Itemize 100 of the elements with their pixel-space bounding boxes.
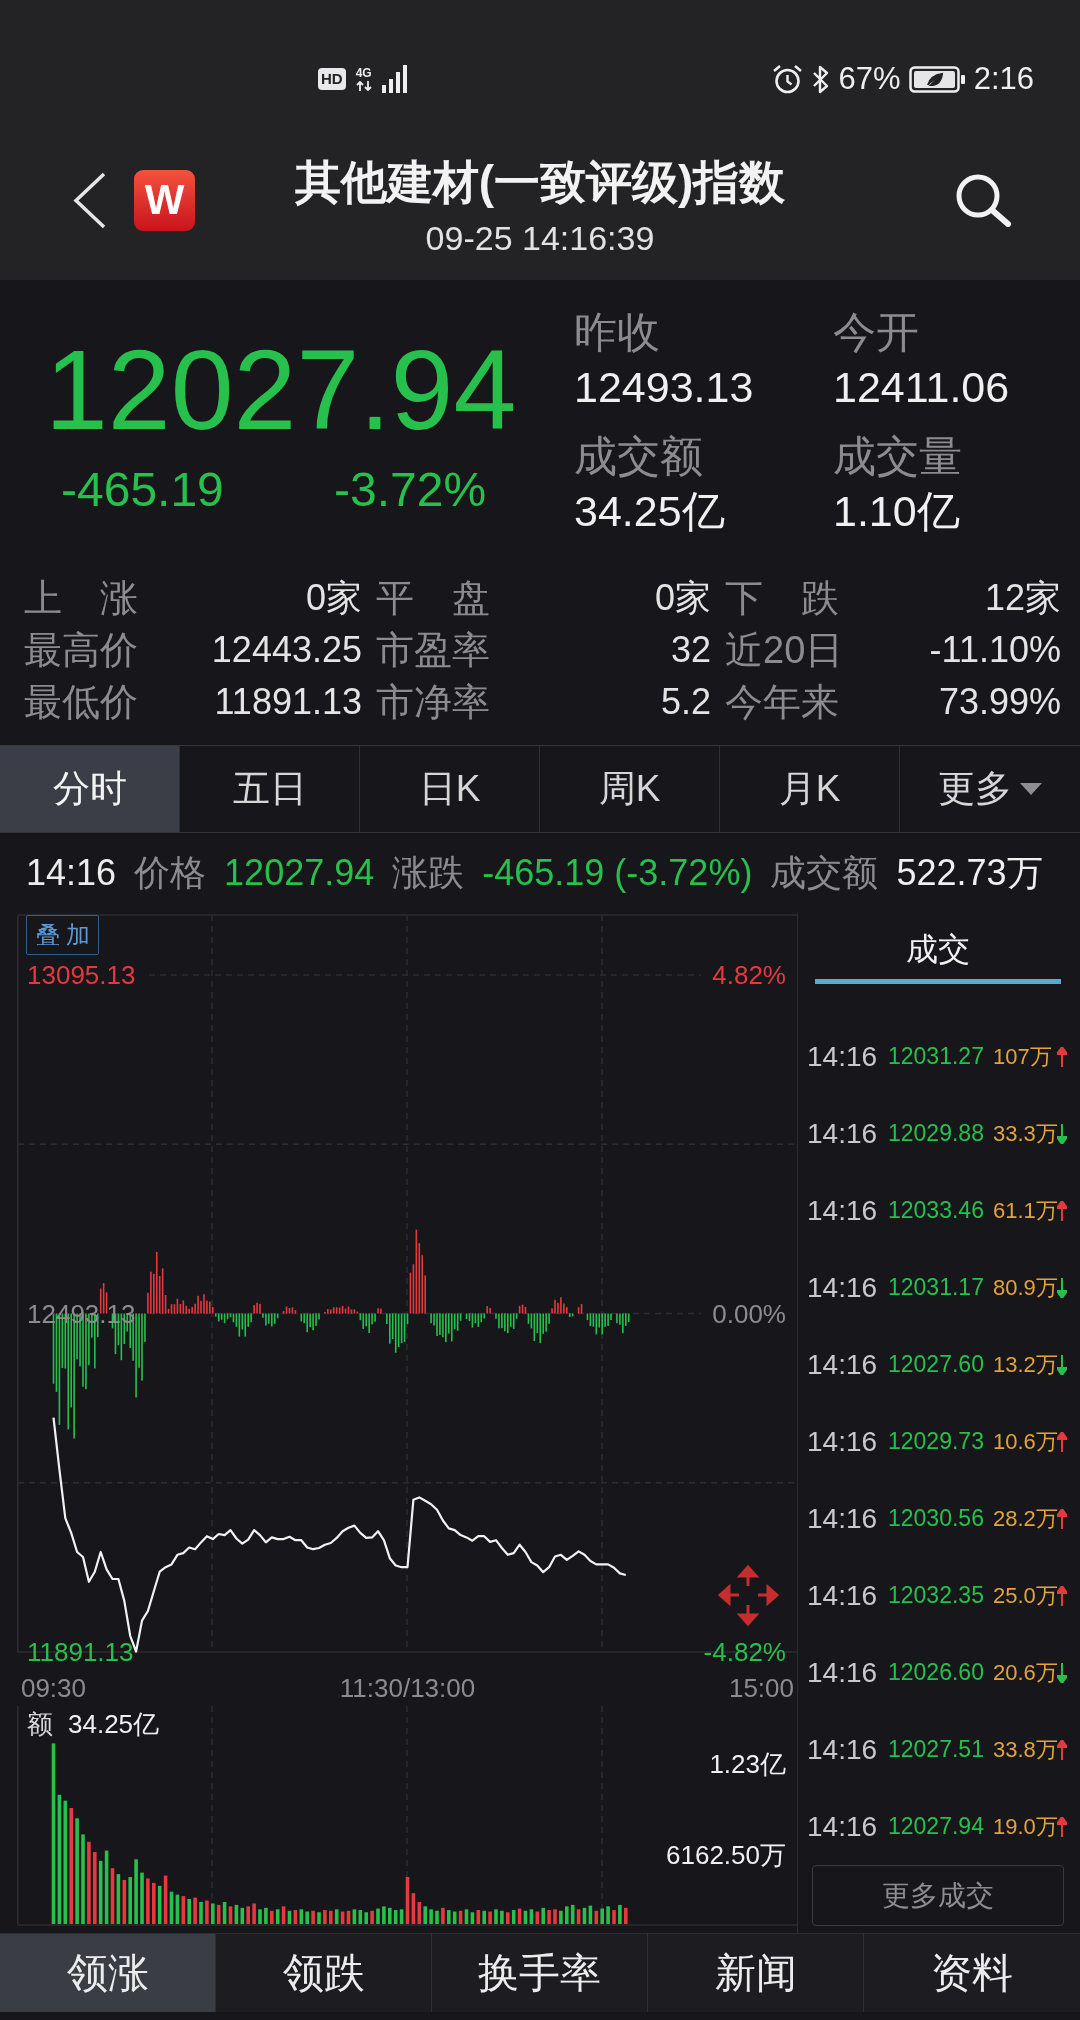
volume-bar bbox=[323, 1910, 327, 1924]
bottom-tab[interactable]: 新闻 bbox=[648, 1934, 864, 2012]
volume-bar bbox=[199, 1901, 203, 1924]
trade-price: 12031.27 bbox=[888, 1043, 985, 1070]
trade-volume: 19.0万 bbox=[993, 1812, 1057, 1841]
metric-value: 5.2 bbox=[659, 680, 711, 724]
volume-bar bbox=[376, 1908, 380, 1924]
trade-volume: 28.2万 bbox=[993, 1504, 1057, 1533]
volume-bar bbox=[382, 1906, 386, 1924]
price-axis-label: 11891.13 bbox=[27, 1637, 134, 1667]
period-tab[interactable]: 更多 bbox=[900, 746, 1080, 832]
period-tab[interactable]: 周K bbox=[540, 746, 720, 832]
trade-volume: 20.6万 bbox=[993, 1658, 1057, 1687]
time-axis-label: 09:30 bbox=[20, 1673, 87, 1703]
timestamp: 09-25 14:16:39 bbox=[425, 218, 655, 258]
volume-bar bbox=[624, 1907, 628, 1924]
trade-volume: 13.2万 bbox=[993, 1350, 1057, 1379]
stat-value: 12411.06 bbox=[833, 362, 1011, 413]
trade-volume: 107万 bbox=[993, 1042, 1053, 1071]
volume-bar bbox=[258, 1909, 262, 1924]
trade-volume: 80.9万 bbox=[993, 1273, 1057, 1302]
percent-axis-label: -4.82% bbox=[703, 1637, 786, 1667]
volume-bar bbox=[606, 1906, 610, 1924]
trade-time: 14:16 bbox=[807, 1656, 879, 1689]
volume-bar bbox=[553, 1909, 557, 1924]
trade-price: 12027.60 bbox=[888, 1351, 985, 1378]
trade-time: 14:16 bbox=[807, 1040, 879, 1073]
period-tab[interactable]: 月K bbox=[720, 746, 900, 832]
trade-time: 14:16 bbox=[807, 1810, 879, 1843]
volume-bar bbox=[264, 1907, 268, 1924]
bottom-tab[interactable]: 资料 bbox=[864, 1934, 1080, 2012]
trade-time: 14:16 bbox=[807, 1117, 879, 1150]
trade-price: 12029.73 bbox=[888, 1428, 985, 1455]
volume-bar bbox=[370, 1910, 374, 1924]
trade-time: 14:16 bbox=[807, 1579, 879, 1612]
overlay-button[interactable]: 叠加 bbox=[26, 915, 99, 955]
back-icon[interactable] bbox=[72, 170, 107, 230]
period-tab[interactable]: 五日 bbox=[180, 746, 360, 832]
volume-total: 34.25亿 bbox=[68, 1709, 160, 1739]
trade-price: 12031.17 bbox=[888, 1274, 985, 1301]
info-label: 涨跌 bbox=[392, 850, 465, 895]
trade-price: 12032.35 bbox=[888, 1582, 985, 1609]
time-axis-label: 15:00 bbox=[728, 1673, 795, 1703]
bottom-tab[interactable]: 领涨 bbox=[0, 1934, 216, 2012]
stat-label: 今开 bbox=[833, 307, 920, 358]
volume-bar bbox=[317, 1912, 321, 1924]
volume-bar bbox=[494, 1909, 498, 1924]
trade-time: 14:16 bbox=[807, 1348, 879, 1381]
metric-label: 最低价 bbox=[24, 680, 138, 725]
app-logo[interactable]: W bbox=[134, 169, 195, 231]
volume-bar bbox=[140, 1872, 144, 1924]
stat-value: 1.10亿 bbox=[833, 486, 961, 537]
bottom-tab[interactable]: 换手率 bbox=[432, 1934, 648, 2012]
signal-bars-icon bbox=[381, 65, 408, 93]
metric-label: 市盈率 bbox=[376, 628, 490, 673]
volume-bar bbox=[311, 1910, 315, 1924]
price-axis-label: 13095.13 bbox=[27, 960, 136, 990]
index-price: 12027.94 bbox=[45, 326, 518, 455]
move-arrows-icon[interactable] bbox=[718, 1565, 779, 1626]
info-value: 12027.94 bbox=[224, 852, 375, 894]
metric-label: 下 跌 bbox=[725, 576, 839, 621]
metric-value: -11.10% bbox=[928, 628, 1061, 672]
volume-axis-label: 1.23亿 bbox=[709, 1749, 786, 1779]
volume-bar bbox=[612, 1910, 616, 1924]
trades-tab[interactable]: 成交 bbox=[815, 913, 1061, 984]
percent-axis-label: 0.00% bbox=[712, 1298, 786, 1329]
trade-volume: 10.6万 bbox=[993, 1427, 1057, 1456]
volume-bar bbox=[500, 1910, 504, 1924]
trade-price: 12029.88 bbox=[888, 1120, 985, 1147]
data-arrows-icon bbox=[355, 81, 372, 91]
hd-indicator: HD bbox=[318, 68, 346, 90]
info-value: 522.73万 bbox=[896, 850, 1043, 895]
volume-bar bbox=[559, 1910, 563, 1924]
volume-axis-label: 6162.50万 bbox=[666, 1839, 786, 1870]
info-label: 成交额 bbox=[770, 850, 879, 895]
metric-label: 今年来 bbox=[725, 680, 839, 725]
info-label: 价格 bbox=[134, 850, 207, 895]
alarm-clock-icon bbox=[771, 63, 803, 95]
trade-price: 12027.51 bbox=[888, 1736, 985, 1763]
metric-label: 最高价 bbox=[24, 628, 138, 673]
percent-axis-label: 4.82% bbox=[712, 960, 786, 990]
trade-time: 14:16 bbox=[807, 1194, 879, 1227]
metric-value: 73.99% bbox=[937, 680, 1061, 724]
trade-time: 14:16 bbox=[807, 1733, 879, 1766]
metric-label: 市净率 bbox=[376, 680, 490, 725]
percent-change: -3.72% bbox=[334, 462, 488, 518]
stat-label: 昨收 bbox=[574, 307, 661, 358]
more-trades-button[interactable]: 更多成交 bbox=[812, 1865, 1064, 1926]
period-tab[interactable]: 分时 bbox=[0, 746, 180, 832]
search-icon[interactable] bbox=[954, 173, 1012, 227]
battery-icon bbox=[908, 65, 966, 93]
volume-bar bbox=[252, 1903, 256, 1924]
caret-icon bbox=[1020, 783, 1042, 795]
metric-value: 0家 bbox=[304, 576, 362, 620]
stat-label: 成交量 bbox=[833, 431, 963, 482]
bottom-tab[interactable]: 领跌 bbox=[216, 1934, 432, 2012]
volume-bar bbox=[429, 1909, 433, 1924]
period-tab[interactable]: 日K bbox=[360, 746, 540, 832]
network-type-label: 4G bbox=[355, 67, 372, 79]
trade-price: 12030.56 bbox=[888, 1505, 985, 1532]
